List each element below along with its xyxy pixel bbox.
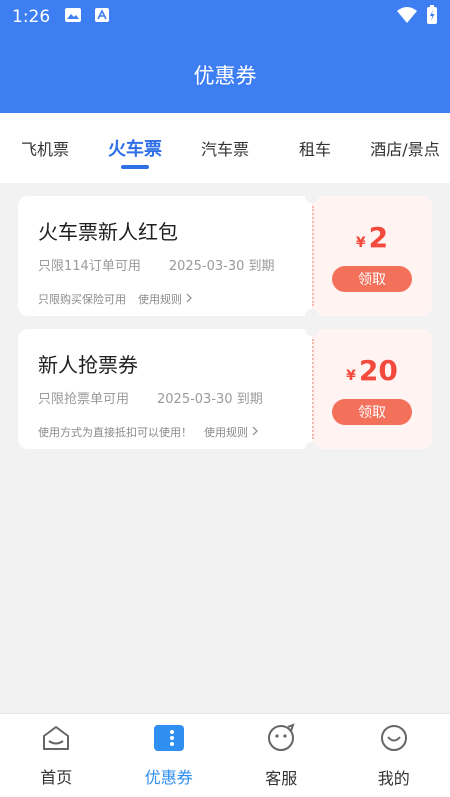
- coupon-expiry: 2025-03-30 到期: [157, 392, 263, 407]
- coupon-note: 只限购买保险可用: [38, 293, 126, 306]
- dashed-divider: [312, 339, 314, 439]
- coupon-amount: ¥ 2: [356, 221, 388, 254]
- ticket-notch: [305, 309, 319, 316]
- profile-icon: [379, 723, 409, 757]
- chevron-right-icon: [252, 426, 259, 439]
- nav-profile[interactable]: 我的: [338, 714, 450, 797]
- ticket-notch: [305, 442, 319, 449]
- nav-label: 我的: [377, 768, 410, 788]
- tab-car-rental[interactable]: 租车: [270, 113, 360, 183]
- wifi-icon: [396, 6, 418, 28]
- coupon-condition: 只限抢票单可用: [38, 392, 130, 407]
- tab-train[interactable]: 火车票: [90, 113, 180, 183]
- coupon-expiry: 2025-03-30 到期: [168, 259, 275, 274]
- nav-label: 首页: [40, 767, 73, 787]
- amount-value: 2: [368, 220, 389, 254]
- nav-service[interactable]: 客服: [225, 714, 338, 797]
- battery-icon: [426, 5, 438, 29]
- currency-symbol: ¥: [346, 367, 356, 384]
- coupon-card: 火车票新人红包 只限114订单可用 2025-03-30 到期 只限购买保险可用…: [18, 196, 432, 316]
- coupon-title: 新人抢票券: [38, 353, 138, 377]
- tab-flight[interactable]: 飞机票: [0, 113, 90, 183]
- usage-rules-link[interactable]: 使用规则: [138, 291, 193, 307]
- tab-bus[interactable]: 汽车票: [180, 113, 270, 183]
- coupon-amount: ¥ 20: [346, 354, 398, 387]
- tab-hotel-scenic[interactable]: 酒店/景点: [360, 113, 450, 183]
- currency-symbol: ¥: [355, 234, 366, 251]
- page-title: 优惠券: [193, 64, 257, 88]
- coupon-note: 使用方式为直接抵扣可以使用！: [38, 426, 192, 439]
- nav-coupons[interactable]: 优惠券: [113, 714, 226, 797]
- home-icon: [41, 724, 71, 756]
- claim-button[interactable]: 领取: [332, 398, 412, 425]
- usage-rules-label: 使用规则: [204, 426, 248, 439]
- status-bar: 1:26: [0, 0, 450, 34]
- a-box-icon: [94, 7, 110, 27]
- chevron-right-icon: [186, 293, 193, 306]
- nav-home[interactable]: 首页: [0, 714, 113, 797]
- coupon-card: 新人抢票券 只限抢票单可用 2025-03-30 到期 使用方式为直接抵扣可以使…: [18, 329, 432, 449]
- usage-rules-label: 使用规则: [138, 293, 182, 306]
- category-tabs: 飞机票 火车票 汽车票 租车 酒店/景点: [0, 113, 450, 183]
- coupon-icon: [153, 724, 185, 756]
- status-time: 1:26: [12, 7, 51, 27]
- claim-button[interactable]: 领取: [332, 265, 412, 292]
- bottom-nav: 首页 优惠券 客服 我的: [0, 713, 450, 797]
- nav-label: 客服: [265, 768, 298, 788]
- coupon-title: 火车票新人红包: [38, 220, 178, 244]
- usage-rules-link[interactable]: 使用规则: [204, 424, 259, 440]
- nav-label: 优惠券: [144, 767, 193, 787]
- image-icon: [64, 7, 82, 27]
- coupon-condition: 只限114订单可用: [38, 259, 141, 274]
- header: 1:26 优惠券: [0, 0, 450, 113]
- amount-value: 20: [358, 353, 398, 387]
- dashed-divider: [312, 206, 314, 306]
- service-icon: [266, 722, 296, 757]
